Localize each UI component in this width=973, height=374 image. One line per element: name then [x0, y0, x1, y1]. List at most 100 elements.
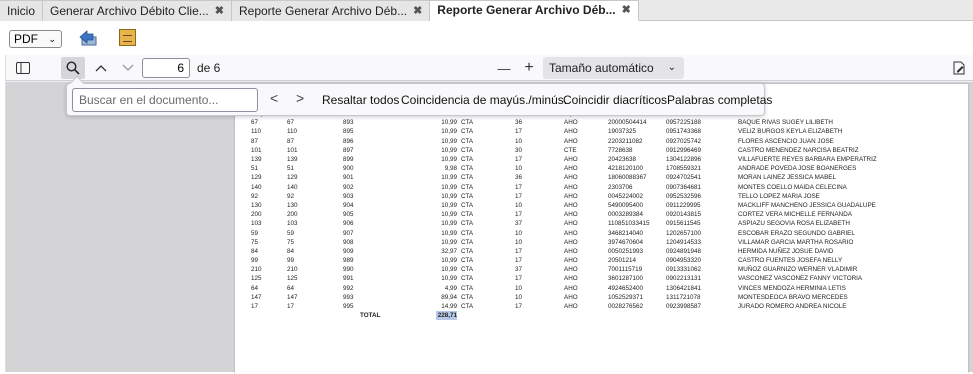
- find-previous-button[interactable]: <: [270, 90, 278, 106]
- table-cell: 92: [287, 192, 295, 200]
- table-cell: AHO: [564, 192, 578, 200]
- next-page-icon[interactable]: [117, 57, 139, 79]
- table-cell: 67: [287, 119, 295, 127]
- book-icon[interactable]: [119, 29, 136, 46]
- table-cell: AHO: [564, 257, 578, 265]
- table-cell: 10,99: [441, 201, 457, 209]
- match-case-option[interactable]: Coincidencia de mayús./minús.: [401, 93, 567, 107]
- table-cell: CTA: [461, 156, 474, 164]
- tab-generar-archivo[interactable]: Generar Archivo Débito Clie... ✖: [43, 0, 232, 21]
- tab-label: Inicio: [7, 3, 36, 18]
- table-cell: 10: [515, 229, 523, 237]
- edit-annotation-icon[interactable]: [949, 57, 969, 79]
- table-cell: 0912996469: [666, 146, 702, 154]
- table-cell: 51: [251, 165, 259, 173]
- table-cell: CTA: [461, 137, 474, 145]
- zoom-out-button[interactable]: —: [494, 57, 514, 79]
- find-input[interactable]: Buscar en el documento...: [72, 88, 258, 112]
- pdf-page: Emp Seo Contrato Valor Cuenta Banco Tipo…: [235, 84, 968, 374]
- table-cell: 10,99: [441, 192, 457, 200]
- table-cell: 36: [515, 174, 523, 182]
- table-cell: CTA: [461, 238, 474, 246]
- table-row: 140 140 902 10,99 CTA 17 AHO 2303706 0907364681 M…: [251, 183, 898, 192]
- table-cell: 59: [287, 229, 295, 237]
- table-cell: 904: [343, 201, 354, 209]
- tab-reporte-1[interactable]: Reporte Generar Archivo Déb... ✖: [231, 0, 431, 21]
- table-cell: 210: [251, 266, 262, 274]
- table-row: 210 210 990 10,99 CTA 37 AHO 7001115719 09133310…: [251, 265, 898, 274]
- format-select[interactable]: PDF ⌄: [9, 30, 62, 48]
- table-cell: CTA: [461, 275, 474, 283]
- table-cell: CTA: [461, 220, 474, 228]
- table-cell: 0003289384: [608, 211, 644, 219]
- table-cell: 893: [343, 119, 354, 127]
- close-icon[interactable]: ✖: [215, 2, 224, 21]
- table-cell: CTA: [461, 165, 474, 173]
- table-cell: MONTESDEOCA BRAVO MERCEDES: [738, 293, 848, 301]
- match-diacritics-option[interactable]: Coincidir diacríticos: [563, 93, 667, 107]
- table-cell: CTA: [461, 128, 474, 136]
- table-cell: 0952532596: [666, 192, 702, 200]
- chevron-down-icon: ⌄: [667, 62, 676, 73]
- table-cell: 3974670604: [608, 238, 644, 246]
- table-cell: 18060088367: [608, 174, 647, 182]
- table-cell: 110: [251, 128, 262, 136]
- close-icon[interactable]: ✖: [413, 2, 422, 21]
- table-cell: 64: [287, 284, 295, 292]
- table-cell: BAQUE RIVAS SUGEY LILIBETH: [738, 119, 833, 127]
- table-cell: 4218120100: [608, 165, 644, 173]
- table-row: 92 92 903 10,99 CTA 17 AHO 0045224002 0952532596…: [251, 192, 898, 201]
- find-next-button[interactable]: >: [296, 90, 304, 106]
- table-cell: VINCES MENDOZA HERMINIA LETIS: [738, 284, 846, 292]
- table-cell: 0045224002: [608, 192, 644, 200]
- page-number-input[interactable]: 6: [142, 58, 190, 78]
- close-icon[interactable]: ✖: [622, 1, 631, 20]
- table-cell: 84: [287, 247, 295, 255]
- highlight-all-option[interactable]: Resaltar todos: [322, 93, 399, 107]
- table-cell: 10,99: [441, 137, 457, 145]
- table-cell: 10,99: [441, 146, 457, 154]
- table-cell: [287, 311, 343, 320]
- zoom-select[interactable]: Tamaño automático ⌄: [543, 57, 684, 79]
- table-row: 125 125 991 10,99 CTA 17 AHO 3601287100 09022131…: [251, 274, 898, 283]
- table-cell: 125: [251, 275, 262, 283]
- table-cell: 17: [515, 156, 523, 164]
- table-cell: 10,99: [441, 257, 457, 265]
- tab-inicio[interactable]: Inicio: [0, 0, 44, 21]
- table-cell: 10,99: [441, 229, 457, 237]
- table-row: 130 130 904 10,99 CTA 10 AHO 5490095400 09112299…: [251, 201, 898, 210]
- table-row: 84 84 909 32,97 CTA 17 AHO 0050251993 0924891948…: [251, 247, 898, 256]
- sidebar-toggle-icon[interactable]: [12, 57, 34, 79]
- table-cell: AHO: [564, 247, 578, 255]
- export-icon[interactable]: [78, 30, 98, 46]
- table-cell: 989: [343, 257, 354, 265]
- table-cell: 0924702541: [666, 174, 702, 182]
- whole-words-option[interactable]: Palabras completas: [667, 93, 772, 107]
- report-table: Emp Seo Contrato Valor Cuenta Banco Tipo…: [251, 109, 898, 321]
- table-cell: 32,97: [441, 247, 457, 255]
- chevron-down-icon: ⌄: [48, 34, 56, 44]
- table-cell: 10: [515, 201, 523, 209]
- table-cell: 103: [251, 220, 262, 228]
- tab-reporte-2[interactable]: Reporte Generar Archivo Déb... ✖: [430, 0, 639, 21]
- table-cell: AHO: [564, 229, 578, 237]
- table-cell: 10,99: [441, 275, 457, 283]
- table-cell: 0028276562: [608, 303, 644, 311]
- table-cell: 4924652400: [608, 284, 644, 292]
- table-cell: 905: [343, 211, 354, 219]
- total-label: TOTAL: [360, 312, 381, 320]
- table-cell: 84: [251, 247, 259, 255]
- previous-page-icon[interactable]: [90, 57, 112, 79]
- table-cell: 4,99: [444, 284, 457, 292]
- table-cell: AHO: [564, 128, 578, 136]
- table-cell: MACKLIFF MANCHENO JESSICA GUADALUPE: [738, 201, 876, 209]
- search-icon[interactable]: [61, 57, 85, 79]
- zoom-in-button[interactable]: +: [519, 57, 539, 79]
- table-cell: 7001115719: [608, 266, 643, 274]
- table-cell: 0957225188: [666, 119, 702, 127]
- table-cell: 10: [515, 165, 523, 173]
- table-cell: 10,99: [441, 211, 457, 219]
- table-cell: 993: [343, 293, 354, 301]
- table-cell: 10: [515, 284, 523, 292]
- table-cell: 17: [251, 303, 259, 311]
